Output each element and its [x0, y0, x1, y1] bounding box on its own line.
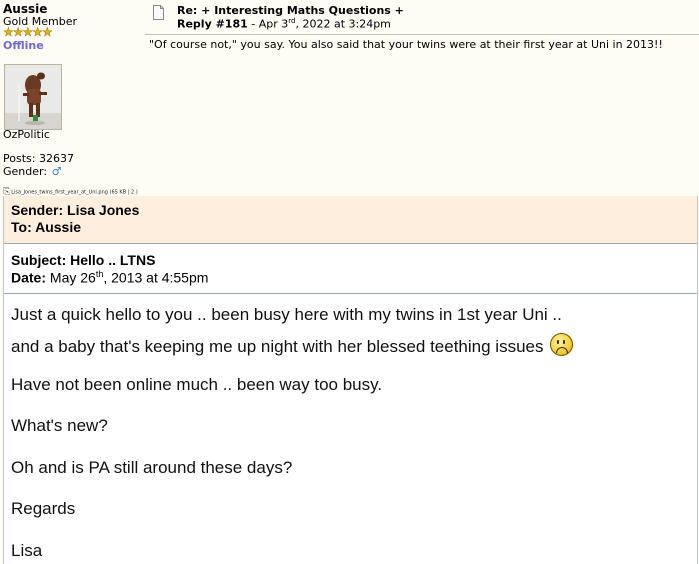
online-status: Offline — [3, 39, 44, 52]
message-sender: Sender: Lisa Jones — [11, 202, 140, 218]
message-subject-block: Subject: Hello .. LTNS Date: May 26th, 2… — [4, 244, 697, 294]
header-divider — [145, 34, 699, 35]
rank-stars-icon: ★★★★★ — [3, 25, 53, 39]
message-recipient: To: Aussie — [11, 219, 82, 235]
avatar-caption: OzPolitic — [3, 128, 50, 141]
message-line: and a baby that's keeping me up night wi… — [11, 333, 574, 357]
message-date-value: May 26 — [46, 269, 96, 286]
message-line: Oh and is PA still around these days? — [11, 458, 293, 477]
message-line: What's new? — [11, 416, 108, 435]
post-date-rest: , 2022 at 3:24pm — [295, 17, 391, 31]
avatar-image — [5, 65, 61, 129]
post-body: "Of course not," you say. You also said … — [149, 38, 663, 51]
message-date: Date: May 26th, 2013 at 4:55pm — [11, 269, 208, 286]
message-subject: Subject: Hello .. LTNS — [11, 252, 156, 268]
reply-number[interactable]: Reply #181 — [177, 18, 248, 31]
message-line-text: and a baby that's keeping me up night wi… — [11, 337, 544, 356]
post-icon — [153, 5, 164, 20]
sad-face-icon — [550, 333, 574, 356]
message-line: Lisa — [11, 541, 43, 560]
post-count: Posts: 32637 — [3, 152, 74, 165]
gender-label: Gender: — [3, 165, 48, 178]
message-date-rest: , 2013 at 4:55pm — [103, 269, 209, 286]
attached-message-image: Sender: Lisa Jones To: Aussie Subject: H… — [3, 196, 698, 564]
username[interactable]: Aussie — [3, 2, 47, 16]
male-icon: ♂ — [51, 165, 62, 178]
message-header: Sender: Lisa Jones To: Aussie — [4, 196, 697, 244]
message-line: Just a quick hello to you .. been busy h… — [11, 305, 562, 324]
avatar[interactable] — [4, 64, 62, 130]
attachment-info: (65 KB | 2 ) — [109, 189, 138, 196]
post-date: - Apr 3 — [247, 17, 289, 31]
message-line: Regards — [11, 499, 76, 518]
post-title[interactable]: Re: + Interesting Maths Questions + — [177, 4, 404, 17]
message-date-label: Date: — [11, 269, 47, 286]
message-line: Have not been online much .. been way to… — [11, 375, 383, 394]
user-panel: Aussie Gold Member ★★★★★ Offline OzPolit… — [0, 0, 145, 200]
post-meta: Reply #181 - Apr 3rd, 2022 at 3:24pm — [177, 17, 391, 31]
gender-row: Gender: ♂ — [3, 165, 61, 178]
attachment-filename[interactable]: Lisa_Jones_twins_first_year_at_Uni.png — [11, 190, 108, 196]
